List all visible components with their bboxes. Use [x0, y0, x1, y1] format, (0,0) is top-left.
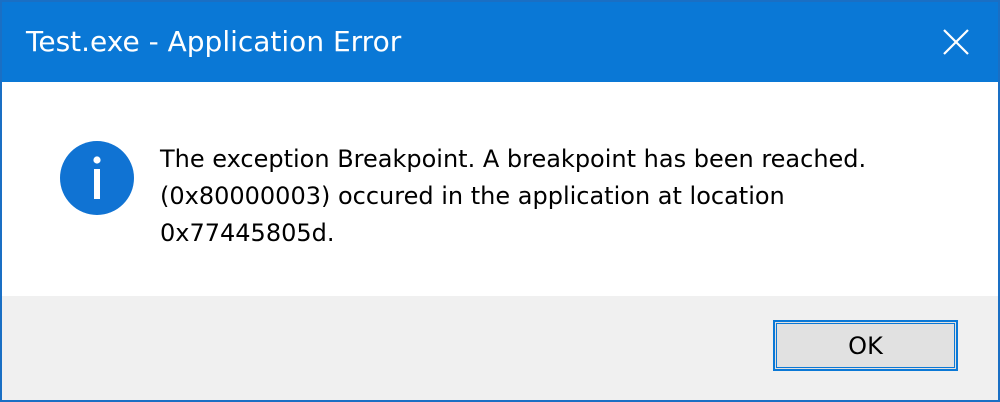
dialog-body: The exception Breakpoint. A breakpoint h…	[2, 82, 998, 296]
error-dialog: Test.exe - Application Error The excepti…	[0, 0, 1000, 402]
error-message: The exception Breakpoint. A breakpoint h…	[160, 141, 960, 252]
message-line: (0x80000003) occured in the application …	[160, 182, 785, 210]
ok-button[interactable]: OK	[773, 320, 958, 371]
button-bar: OK	[2, 296, 998, 400]
close-button[interactable]	[914, 2, 998, 82]
close-icon	[942, 28, 970, 56]
info-icon	[60, 141, 134, 215]
title-bar[interactable]: Test.exe - Application Error	[2, 2, 998, 82]
window-title: Test.exe - Application Error	[26, 25, 402, 58]
message-line: 0x77445805d.	[160, 219, 335, 247]
message-line: The exception Breakpoint. A breakpoint h…	[160, 145, 867, 173]
